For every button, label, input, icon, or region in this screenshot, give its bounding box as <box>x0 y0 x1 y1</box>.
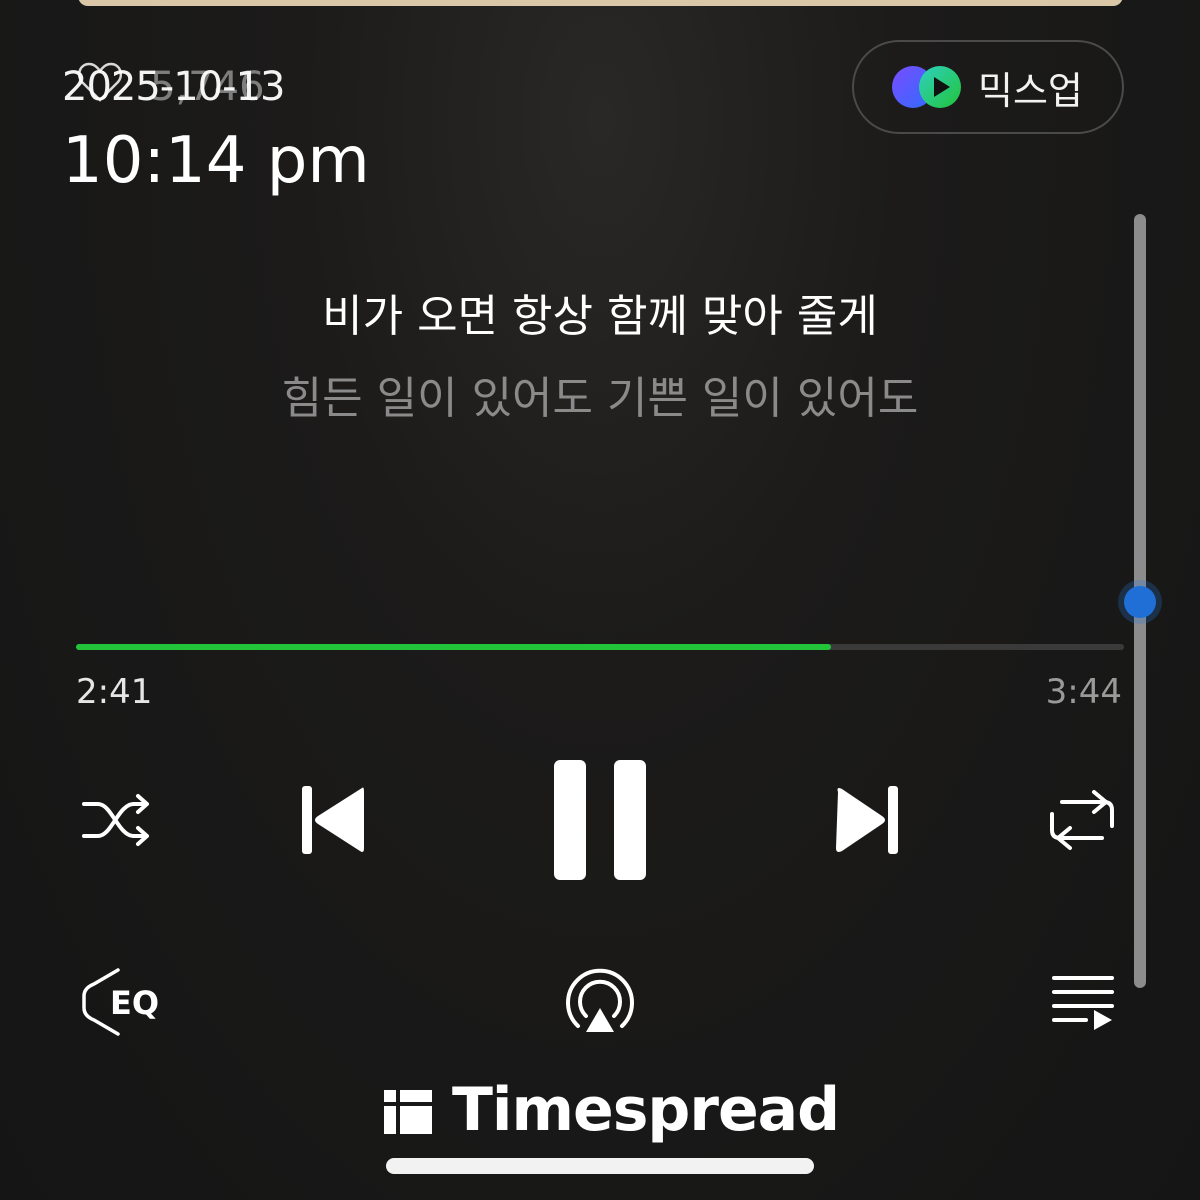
lyric-current-line[interactable]: 비가 오면 항상 함께 맞아 줄게 <box>0 280 1200 344</box>
mixup-label: 믹스업 <box>978 68 1083 113</box>
timespread-logo-icon <box>384 1090 432 1134</box>
timestamp-time: 10:14 pm <box>62 124 370 198</box>
mixup-icon <box>892 66 961 108</box>
home-indicator[interactable] <box>386 1158 814 1174</box>
lyric-next-line[interactable]: 힘든 일이 있어도 기쁜 일이 있어도 <box>0 362 1200 426</box>
watermark: Timespread <box>384 1075 840 1145</box>
album-art-edge <box>78 0 1123 6</box>
eq-label: EQ <box>110 984 160 1022</box>
previous-icon[interactable] <box>298 784 366 856</box>
elapsed-time: 2:41 <box>76 672 153 712</box>
airplay-icon[interactable] <box>562 968 638 1036</box>
scrollbar-handle[interactable] <box>1124 586 1156 618</box>
watermark-text: Timespread <box>452 1075 840 1145</box>
shuffle-icon[interactable] <box>80 790 154 850</box>
repeat-icon[interactable] <box>1046 788 1118 852</box>
progress-bar[interactable] <box>76 644 1124 650</box>
mixup-button[interactable]: 믹스업 <box>852 40 1124 134</box>
pause-icon[interactable] <box>552 758 648 882</box>
eq-button[interactable]: EQ <box>78 966 168 1038</box>
total-time: 3:44 <box>1045 672 1122 712</box>
progress-fill <box>76 644 831 650</box>
timestamp-date: 2025-10-13 <box>62 64 285 110</box>
playlist-icon[interactable] <box>1050 972 1116 1034</box>
next-icon[interactable] <box>834 784 902 856</box>
